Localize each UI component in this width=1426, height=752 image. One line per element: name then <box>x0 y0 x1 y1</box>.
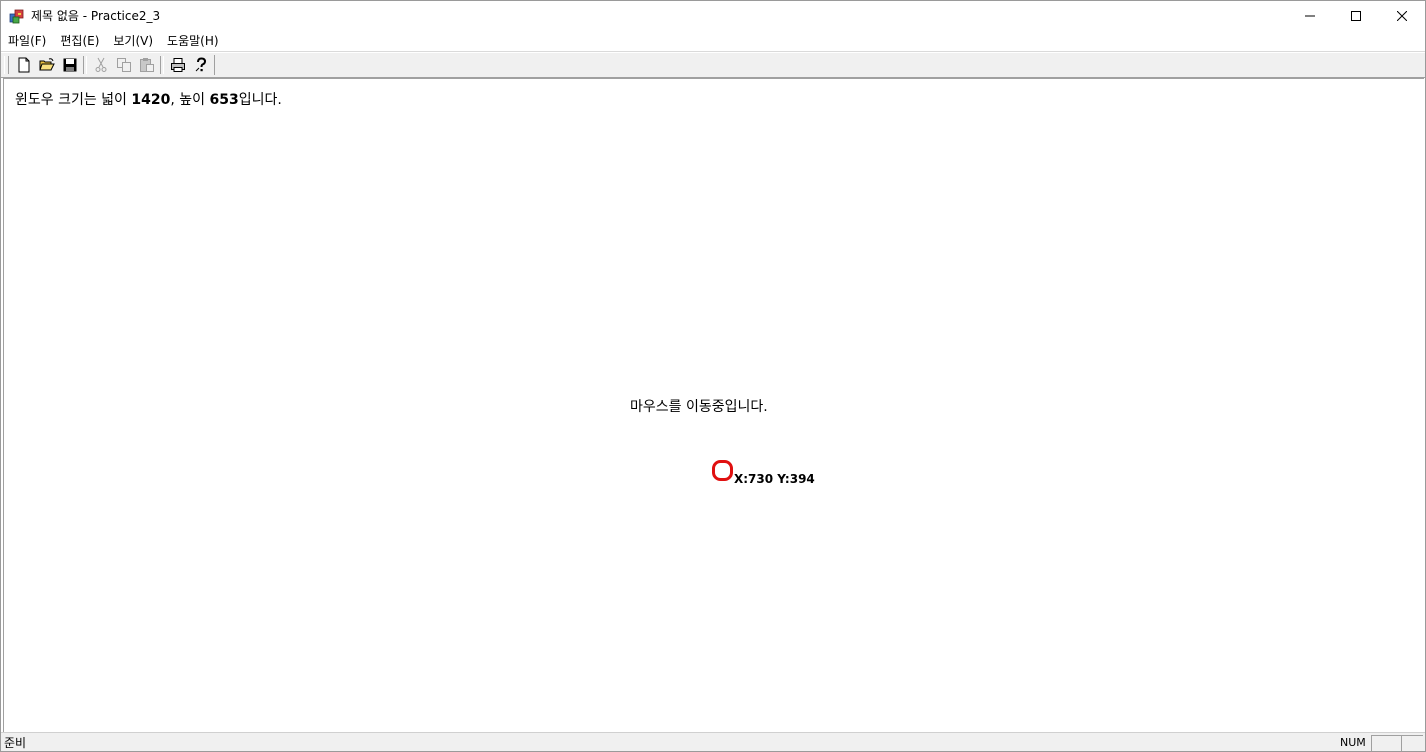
mouse-move-message: 마우스를 이동중입니다. <box>630 399 768 415</box>
mouse-position-marker <box>712 460 733 481</box>
cut-icon <box>95 57 106 72</box>
print-icon <box>170 58 185 72</box>
print-button[interactable] <box>166 54 189 76</box>
mouse-coordinates: X:730 Y:394 <box>734 472 815 486</box>
status-bar: 준비 NUM <box>1 732 1425 751</box>
save-button[interactable] <box>58 54 81 76</box>
copy-button[interactable] <box>112 54 135 76</box>
copy-icon <box>116 58 131 72</box>
app-window: 제목 없음 - Practice2_3 파일(F) 편집(E) 보기(V) 도움… <box>0 0 1426 752</box>
new-file-button[interactable] <box>12 54 35 76</box>
minimize-button[interactable] <box>1287 1 1333 31</box>
menu-file[interactable]: 파일(F) <box>1 31 53 51</box>
size-grip[interactable] <box>1401 735 1423 751</box>
close-icon <box>1397 11 1407 21</box>
status-pane-scroll <box>1371 735 1401 751</box>
help-button[interactable] <box>189 54 212 76</box>
maximize-icon <box>1351 11 1361 21</box>
status-num-lock: NUM <box>1340 736 1366 749</box>
height-value: 653 <box>209 92 239 108</box>
client-area[interactable]: 윈도우 크기는 넓이 1420, 높이 653입니다. 마우스를 이동중입니다.… <box>3 78 1424 732</box>
menu-help[interactable]: 도움말(H) <box>160 31 226 51</box>
open-folder-icon <box>38 58 55 71</box>
paste-icon <box>139 58 154 72</box>
size-middle: , 높이 <box>170 92 210 108</box>
help-icon <box>195 57 206 72</box>
toolbar <box>1 52 1425 78</box>
window-title: 제목 없음 - Practice2_3 <box>31 9 161 23</box>
toolbar-separator <box>160 56 164 74</box>
menu-bar: 파일(F) 편집(E) 보기(V) 도움말(H) <box>1 31 1425 51</box>
toolbar-grip[interactable] <box>4 56 9 74</box>
app-icon[interactable] <box>9 8 25 24</box>
new-file-icon <box>18 57 29 73</box>
open-folder-button[interactable] <box>35 54 58 76</box>
width-value: 1420 <box>131 92 171 108</box>
close-button[interactable] <box>1379 1 1425 31</box>
size-suffix: 입니다. <box>238 92 282 108</box>
toolbar-end <box>214 55 217 75</box>
paste-button[interactable] <box>135 54 158 76</box>
title-bar[interactable]: 제목 없음 - Practice2_3 <box>1 1 1425 31</box>
menu-view[interactable]: 보기(V) <box>106 31 160 51</box>
cut-button[interactable] <box>89 54 112 76</box>
menu-edit[interactable]: 편집(E) <box>53 31 106 51</box>
window-size-text: 윈도우 크기는 넓이 1420, 높이 653입니다. <box>15 89 282 109</box>
save-icon <box>63 58 76 72</box>
size-prefix: 윈도우 크기는 넓이 <box>15 92 132 108</box>
maximize-button[interactable] <box>1333 1 1379 31</box>
status-ready-text: 준비 <box>4 736 27 750</box>
toolbar-separator <box>83 56 87 74</box>
minimize-icon <box>1305 15 1315 17</box>
